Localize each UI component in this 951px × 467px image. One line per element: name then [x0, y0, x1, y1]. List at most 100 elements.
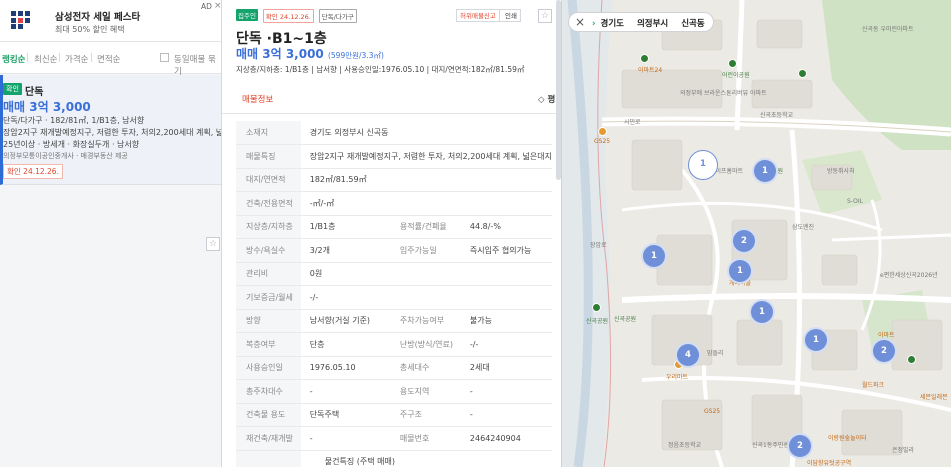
row-value: 단층: [300, 332, 392, 357]
report-button[interactable]: 허위매물신고: [457, 10, 500, 22]
map-label: 맘돌리: [707, 350, 724, 357]
listing-type: 단독: [25, 87, 44, 98]
row-key: 입주가능일: [391, 238, 466, 263]
row-key: 사용승인일: [236, 356, 301, 380]
detail-favorite-star-icon[interactable]: ☆: [538, 9, 552, 23]
detail-scrollbar[interactable]: [556, 0, 561, 180]
map-label: 신곡공원: [614, 316, 637, 323]
row-value: -: [300, 426, 392, 451]
row-value: 남서향(거실 기준): [300, 309, 392, 333]
listing-panel: 삼성전자 세일 페스타 최대 50% 할인 혜택 AD × 랭킹순 | 최신순 …: [0, 0, 222, 467]
row-value: -㎡/-㎡: [300, 191, 552, 216]
map-cluster[interactable]: 1: [641, 243, 667, 269]
poi-pin-icon[interactable]: [592, 303, 601, 312]
favorite-star-icon[interactable]: ☆: [206, 237, 220, 251]
map-cluster[interactable]: 2: [731, 228, 757, 254]
row-value: 즉시입주 협의가능: [465, 238, 552, 263]
listing-tags: 25년이상 · 방세개 · 화장실두개 · 남서향: [3, 140, 140, 149]
row-key: 용도지역: [391, 379, 466, 404]
crumb-dong[interactable]: 신곡동: [681, 19, 704, 29]
sort-area[interactable]: 면적순: [97, 53, 120, 65]
listing-card[interactable]: 확인 단독 매매 3억 3,000 단독/다가구 · 182/81㎡, 1/B1…: [0, 75, 222, 251]
row-key: 대지/연면적: [236, 168, 301, 192]
map-cluster[interactable]: 1: [749, 299, 775, 325]
tab-right[interactable]: ◇ 평: [538, 93, 555, 105]
map-cluster[interactable]: 1: [803, 327, 829, 353]
crumb-province[interactable]: 경기도: [601, 19, 624, 29]
section-header: 물건특징 (주택 매매): [300, 450, 552, 467]
ad-subtitle: 최대 50% 할인 혜택: [55, 25, 125, 34]
poi-pin-icon[interactable]: [598, 127, 607, 136]
ad-title: 삼성전자 세일 페스타: [55, 12, 141, 23]
row-key: 용적률/건폐율: [391, 215, 466, 239]
tab-listing-info[interactable]: 매물정보: [242, 93, 273, 105]
row-value: -/-: [300, 285, 552, 310]
row-key: 지상층/지하층: [236, 215, 301, 239]
row-value: 1976.05.10: [300, 356, 392, 380]
map-label: 이담향유텃공구역: [807, 460, 852, 467]
map-label: 시민로: [624, 119, 641, 126]
ad-close-button[interactable]: ×: [214, 1, 221, 11]
row-value: 44.8/-%: [465, 215, 552, 239]
listing-feature: 장암2지구 재개발예정지구, 저렴한 투자, 처의2,200세대 계획, 넓은…: [3, 128, 222, 137]
row-value: 182㎡/81.59㎡: [300, 168, 552, 192]
table-row: 재건축/재개발 - 매물번호 2464240904: [236, 426, 552, 451]
map-label: 삼도엔진: [792, 224, 815, 231]
row-key: 주차가능여부: [391, 309, 466, 333]
poi-pin-icon[interactable]: [798, 69, 807, 78]
row-key: 기보증금/월세: [236, 285, 301, 310]
map-cluster[interactable]: 1: [727, 258, 753, 284]
row-key: 매물특징: [236, 144, 301, 169]
map-cluster-selected[interactable]: 1: [688, 150, 718, 180]
row-key: 소재지: [236, 121, 301, 145]
table-row: 물건특징 (주택 매매): [236, 450, 552, 467]
table-row: 방수/욕실수 3/2개 입주가능일 즉시입주 협의가능: [236, 238, 552, 263]
row-key: 건축/전용면적: [236, 191, 301, 216]
map-cluster[interactable]: 4: [675, 342, 701, 368]
table-row: 기보증금/월세 -/-: [236, 285, 552, 310]
row-value: 경기도 의정부시 신곡동: [300, 121, 552, 145]
sort-latest[interactable]: 최신순: [34, 53, 57, 65]
map-label: 월드파크: [862, 382, 885, 389]
crumb-city[interactable]: 의정부시: [637, 19, 668, 29]
map-label: 우리마트: [666, 374, 689, 381]
row-value: 0원: [300, 262, 552, 286]
samsung-logo-icon: [11, 11, 31, 29]
map-cluster[interactable]: 1: [752, 158, 778, 184]
poi-pin-icon[interactable]: [728, 59, 737, 68]
detail-price: 매매 3억 3,000 (599만원/3.3㎡): [236, 45, 384, 62]
sort-separator: |: [26, 53, 29, 63]
detail-tabs: 매물정보 ◇ 평: [222, 81, 561, 114]
map-cluster[interactable]: 2: [787, 433, 813, 459]
row-value: -/-: [465, 332, 552, 357]
poi-pin-icon[interactable]: [640, 54, 649, 63]
row-key: 복층여부: [236, 332, 301, 357]
row-value: -: [465, 379, 552, 404]
listing-price: 매매 3억 3,000: [3, 100, 91, 114]
row-key: 주구조: [391, 403, 466, 427]
poi-pin-icon[interactable]: [907, 355, 916, 364]
map-cluster[interactable]: 2: [871, 338, 897, 364]
table-row: 건축/전용면적 -㎡/-㎡: [236, 191, 552, 216]
map-view[interactable]: × › 경기도 의정부시 신곡동 이마트24 어린이공원 의정부에 브라운스톤리…: [562, 0, 951, 467]
sort-ranking[interactable]: 랭킹순: [2, 53, 25, 65]
print-button[interactable]: 인쇄: [502, 10, 520, 22]
table-row: 사용승인일 1976.05.10 총세대수 2세대: [236, 356, 552, 380]
detail-summary: 지상층/지하층: 1/B1층 | 남서향 | 사용승인일:1976.05.10 …: [236, 65, 525, 74]
same-building-label: 동일매물 묶기: [174, 55, 216, 77]
same-building-checkbox[interactable]: [160, 53, 169, 62]
detail-tags: 집주인 확인 24.12.26. 단독/다가구: [236, 9, 359, 23]
map-label: 신곡공원: [586, 318, 609, 325]
table-row: 총주차대수 - 용도지역 -: [236, 379, 552, 404]
row-value: 불가능: [465, 309, 552, 333]
table-row: 건축물 용도 단독주택 주구조 -: [236, 403, 552, 427]
row-value: 3/2개: [300, 238, 392, 263]
map-label: 의정부에 브라운스톤리버뷰 아파트: [680, 90, 767, 97]
map-label: e편한세상신곡2026년: [880, 272, 938, 279]
map-close-icon[interactable]: ×: [575, 15, 585, 29]
ad-banner[interactable]: 삼성전자 세일 페스타 최대 50% 할인 혜택 AD ×: [0, 0, 221, 42]
table-row: 매물특징 장암2지구 재개발예정지구, 저렴한 투자, 처의2,200세대 계획…: [236, 144, 552, 169]
sort-price[interactable]: 가격순: [65, 53, 88, 65]
row-value: -: [300, 379, 392, 404]
map-label: 이랑원숲놀이터: [828, 435, 867, 442]
